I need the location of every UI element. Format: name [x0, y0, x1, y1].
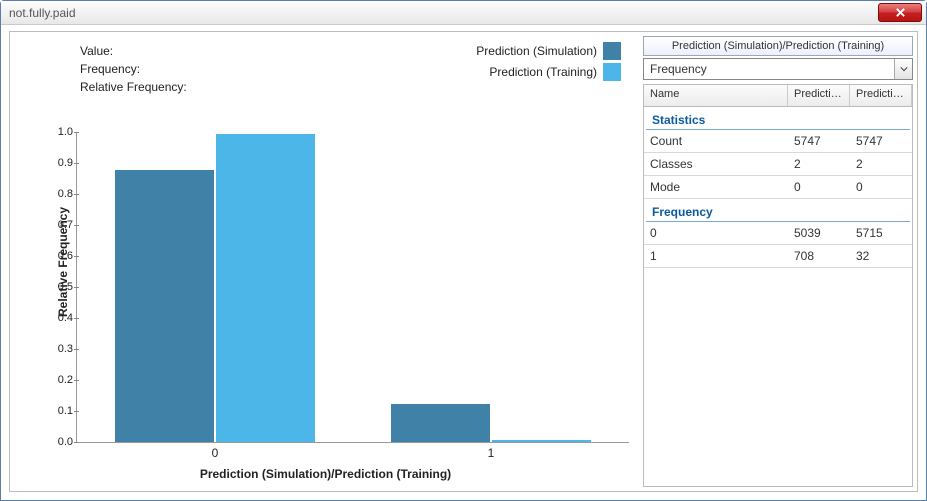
table-row[interactable]: 050395715	[644, 222, 912, 245]
x-tick: 1	[488, 446, 495, 460]
table-cell: 5715	[850, 224, 912, 242]
y-tick: 0.9	[43, 157, 73, 169]
close-icon	[895, 7, 906, 18]
legend-item-simulation: Prediction (Simulation)	[476, 42, 621, 60]
table-cell: 5747	[788, 132, 850, 150]
legend-swatch-training	[603, 63, 621, 81]
x-axis-label: Prediction (Simulation)/Prediction (Trai…	[10, 467, 641, 481]
table-cell: 0	[850, 178, 912, 196]
y-tick: 0.5	[43, 281, 73, 293]
y-tick: 0.6	[43, 250, 73, 262]
info-value-label: Value:	[80, 42, 187, 60]
side-panel: Prediction (Simulation)/Prediction (Trai…	[641, 32, 917, 491]
info-relfreq-label: Relative Frequency:	[80, 78, 187, 96]
close-button[interactable]	[878, 3, 922, 22]
y-tick: 0.8	[43, 188, 73, 200]
table-row[interactable]: Mode00	[644, 176, 912, 199]
dropdown-value: Frequency	[644, 59, 894, 79]
chevron-down-icon	[894, 59, 912, 79]
table-cell: 0	[644, 224, 788, 242]
table-row[interactable]: Count57475747	[644, 130, 912, 153]
legend-swatch-simulation	[603, 42, 621, 60]
legend-item-training: Prediction (Training)	[476, 63, 621, 81]
legend-label-simulation: Prediction (Simulation)	[476, 44, 597, 58]
legend-label-training: Prediction (Training)	[489, 65, 597, 79]
side-header-button[interactable]: Prediction (Simulation)/Prediction (Trai…	[643, 36, 913, 56]
bar	[391, 404, 490, 442]
y-tick: 0.4	[43, 312, 73, 324]
col-header-name[interactable]: Name	[644, 85, 788, 106]
titlebar: not.fully.paid	[1, 1, 926, 25]
content-frame: Value: Frequency: Relative Frequency: Pr…	[9, 31, 918, 492]
y-tick: 0.0	[43, 436, 73, 448]
y-tick: 0.3	[43, 343, 73, 355]
table-cell: Count	[644, 132, 788, 150]
y-tick: 0.1	[43, 405, 73, 417]
table-cell: Mode	[644, 178, 788, 196]
table-cell: 0	[788, 178, 850, 196]
x-tick: 0	[212, 446, 219, 460]
col-header-pred2[interactable]: Predictio…	[850, 85, 912, 106]
table-row[interactable]: 170832	[644, 245, 912, 268]
table-cell: 5039	[788, 224, 850, 242]
y-tick: 1.0	[43, 126, 73, 138]
table-cell: 2	[850, 155, 912, 173]
stats-table-body: StatisticsCount57475747Classes22Mode00Fr…	[644, 107, 912, 268]
info-frequency-label: Frequency:	[80, 60, 187, 78]
legend: Prediction (Simulation) Prediction (Trai…	[476, 42, 621, 84]
bar	[216, 134, 315, 442]
stats-table-header: Name Predictio… Predictio…	[644, 85, 912, 107]
table-cell: 32	[850, 247, 912, 265]
window-title: not.fully.paid	[9, 6, 878, 20]
stats-table: Name Predictio… Predictio… StatisticsCou…	[643, 84, 913, 487]
hover-info-block: Value: Frequency: Relative Frequency:	[80, 42, 187, 96]
chart-pane: Value: Frequency: Relative Frequency: Pr…	[10, 32, 641, 491]
bar	[492, 440, 591, 442]
table-cell: 1	[644, 247, 788, 265]
section-title: Frequency	[646, 199, 910, 222]
metric-dropdown[interactable]: Frequency	[643, 58, 913, 80]
table-cell: Classes	[644, 155, 788, 173]
table-row[interactable]: Classes22	[644, 153, 912, 176]
plot-area: 0.00.10.20.30.40.50.60.70.80.91.001	[76, 132, 629, 443]
table-cell: 5747	[850, 132, 912, 150]
table-cell: 2	[788, 155, 850, 173]
section-title: Statistics	[646, 107, 910, 130]
y-tick: 0.2	[43, 374, 73, 386]
y-tick: 0.7	[43, 219, 73, 231]
col-header-pred1[interactable]: Predictio…	[788, 85, 850, 106]
table-cell: 708	[788, 247, 850, 265]
bar	[115, 170, 214, 442]
